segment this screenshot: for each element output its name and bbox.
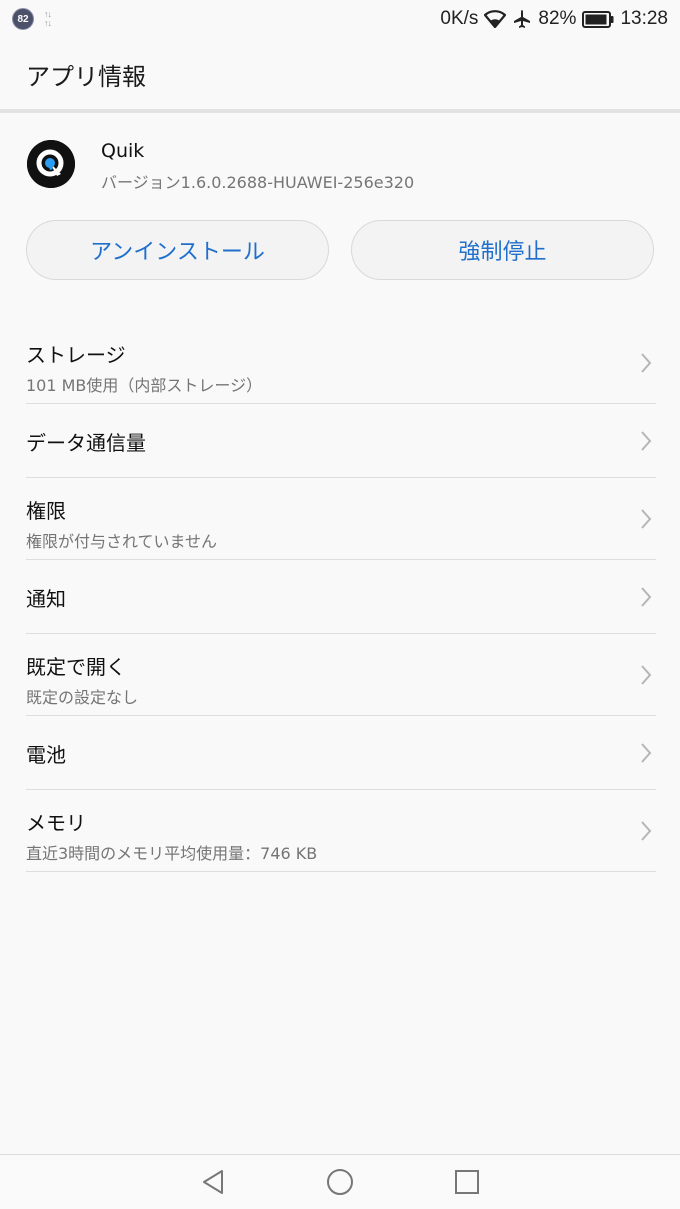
header-divider xyxy=(0,109,680,113)
list-item-permissions[interactable]: 権限 権限が付与されていません xyxy=(0,478,680,560)
list-item-subtitle: 権限が付与されていません xyxy=(26,532,218,551)
chevron-right-icon xyxy=(641,743,652,763)
list-item-subtitle: 101 MB使用（内部ストレージ） xyxy=(26,376,263,395)
battery-icon xyxy=(582,10,614,28)
uninstall-button[interactable]: アンインストール xyxy=(26,220,329,280)
list-item-subtitle: 直近3時間のメモリ平均使用量：746 KB xyxy=(26,844,318,863)
divider xyxy=(26,871,656,872)
list-item-notifications[interactable]: 通知 xyxy=(0,560,680,634)
network-speed: 0K/s xyxy=(440,8,479,29)
list-item-title: データ通信量 xyxy=(26,430,146,455)
chevron-right-icon xyxy=(641,587,652,607)
clock: 13:28 xyxy=(620,8,668,29)
list-item-data-usage[interactable]: データ通信量 xyxy=(0,404,680,478)
recents-icon[interactable] xyxy=(453,1168,481,1196)
chevron-right-icon xyxy=(641,353,652,373)
wifi-icon xyxy=(484,10,507,28)
list-item-storage[interactable]: ストレージ 101 MB使用（内部ストレージ） xyxy=(0,322,680,404)
list-item-title: 電池 xyxy=(26,742,66,767)
navigation-bar xyxy=(0,1154,680,1209)
app-settings-list: ストレージ 101 MB使用（内部ストレージ） データ通信量 権限 権限が付与さ… xyxy=(0,322,680,872)
list-item-battery[interactable]: 電池 xyxy=(0,716,680,790)
app-name: Quik xyxy=(101,140,145,162)
app-bar: アプリ情報 xyxy=(0,38,680,110)
list-item-title: 既定で開く xyxy=(26,655,126,679)
sim-card-icon: ↑↓ ↑↓ xyxy=(44,9,52,28)
home-icon[interactable] xyxy=(326,1168,354,1196)
list-item-open-by-default[interactable]: 既定で開く 既定の設定なし xyxy=(0,634,680,716)
app-version: バージョン1.6.0.2688-HUAWEI-256e320 xyxy=(101,173,415,192)
list-item-title: メモリ xyxy=(26,811,86,835)
chevron-right-icon xyxy=(641,509,652,529)
page-title: アプリ情報 xyxy=(26,62,146,91)
chevron-right-icon xyxy=(641,665,652,685)
list-item-subtitle: 既定の設定なし xyxy=(26,688,139,707)
notification-badge-icon: 82 xyxy=(12,8,34,30)
list-item-title: ストレージ xyxy=(26,343,126,367)
back-icon[interactable] xyxy=(200,1168,228,1196)
chevron-right-icon xyxy=(641,821,652,841)
battery-percent: 82% xyxy=(538,8,577,29)
quik-app-icon xyxy=(27,140,75,188)
status-bar: 82 ↑↓ ↑↓ 0K/s 82% 13:28 xyxy=(0,0,680,38)
chevron-right-icon xyxy=(641,431,652,451)
list-item-title: 権限 xyxy=(26,499,66,523)
airplane-icon xyxy=(514,10,531,28)
list-item-memory[interactable]: メモリ 直近3時間のメモリ平均使用量：746 KB xyxy=(0,790,680,872)
list-item-title: 通知 xyxy=(26,586,66,611)
app-summary: Quik バージョン1.6.0.2688-HUAWEI-256e320 xyxy=(0,128,680,200)
force-stop-button[interactable]: 強制停止 xyxy=(351,220,654,280)
